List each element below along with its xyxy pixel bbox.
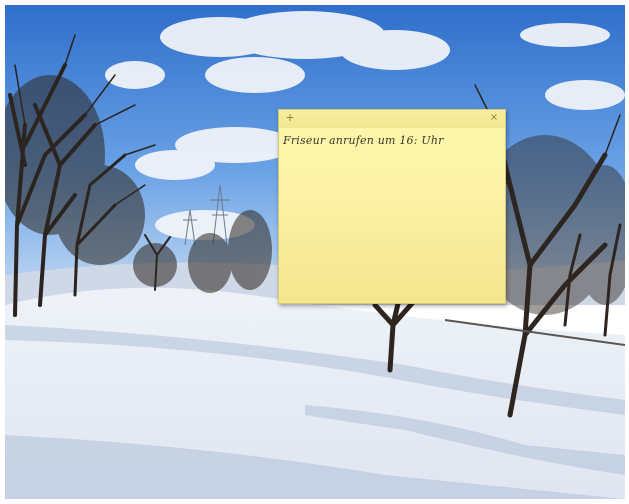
sticky-note-window[interactable]: + × Friseur anrufen um 16: Uhr (278, 109, 506, 304)
close-icon[interactable]: × (488, 112, 500, 124)
plus-icon[interactable]: + (284, 112, 296, 124)
sticky-note-text[interactable]: Friseur anrufen um 16: Uhr (283, 134, 501, 296)
sticky-note-titlebar[interactable]: + × (279, 110, 505, 128)
desktop[interactable]: + × Friseur anrufen um 16: Uhr (5, 5, 625, 499)
screen-frame: + × Friseur anrufen um 16: Uhr (0, 0, 629, 504)
